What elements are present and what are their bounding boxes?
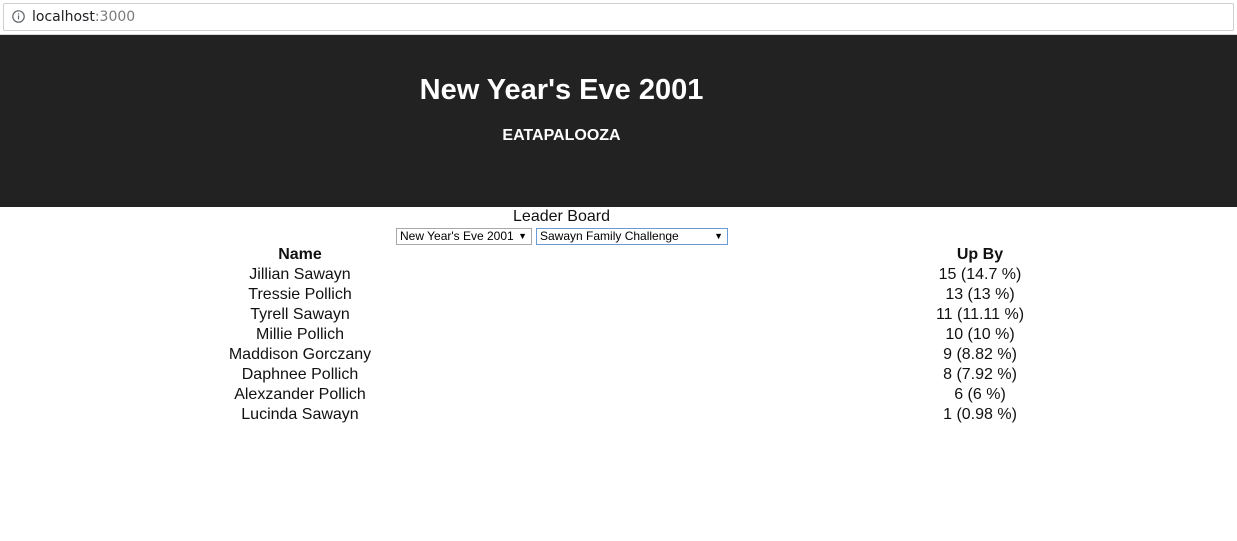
challenge-select[interactable]: Sawayn Family Challenge ▼: [536, 228, 728, 245]
header-banner: New Year's Eve 2001 EATAPALOOZA: [0, 35, 1237, 207]
row-up-by: 8 (7.92 %): [943, 366, 1017, 383]
event-select-value: New Year's Eve 2001: [400, 229, 514, 243]
name-column: Jillian Sawayn Tressie Pollich Tyrell Sa…: [200, 265, 400, 425]
row-name: Lucinda Sawayn: [241, 406, 359, 423]
row-name: Daphnee Pollich: [241, 366, 359, 383]
row-up-by: 10 (10 %): [945, 326, 1015, 343]
row-name: Jillian Sawayn: [249, 266, 351, 283]
dropdown-arrow-icon: ▼: [518, 231, 527, 241]
dropdown-arrow-icon: ▼: [714, 231, 723, 241]
row-name: Millie Pollich: [255, 326, 345, 343]
leaderboard-heading: Leader Board: [513, 208, 610, 225]
browser-address-bar: localhost:3000: [0, 0, 1237, 35]
row-name: Tressie Pollich: [248, 286, 352, 303]
row-up-by: 13 (13 %): [945, 286, 1015, 303]
row-up-by: 15 (14.7 %): [938, 266, 1022, 283]
url-host: localhost: [32, 9, 95, 25]
column-header-up-by: Up By: [956, 246, 1004, 263]
event-select[interactable]: New Year's Eve 2001 ▼: [396, 228, 532, 245]
row-name: Tyrell Sawayn: [250, 306, 350, 323]
url-port: :3000: [94, 9, 136, 25]
info-icon[interactable]: [12, 10, 25, 23]
url-text: localhost:3000: [32, 9, 135, 25]
page-title: New Year's Eve 2001: [419, 74, 704, 106]
url-field[interactable]: localhost:3000: [3, 3, 1234, 31]
row-up-by: 11 (11.11 %): [935, 306, 1025, 323]
row-up-by: 9 (8.82 %): [943, 346, 1017, 363]
row-up-by: 1 (0.98 %): [943, 406, 1017, 423]
page-subtitle: EATAPALOOZA: [502, 127, 621, 144]
row-name: Maddison Gorczany: [228, 346, 372, 363]
up-by-column: 15 (14.7 %) 13 (13 %) 11 (11.11 %) 10 (1…: [880, 265, 1080, 425]
row-up-by: 6 (6 %): [954, 386, 1006, 403]
column-header-name: Name: [278, 246, 322, 263]
challenge-select-value: Sawayn Family Challenge: [540, 229, 679, 243]
row-name: Alexzander Pollich: [234, 386, 366, 403]
